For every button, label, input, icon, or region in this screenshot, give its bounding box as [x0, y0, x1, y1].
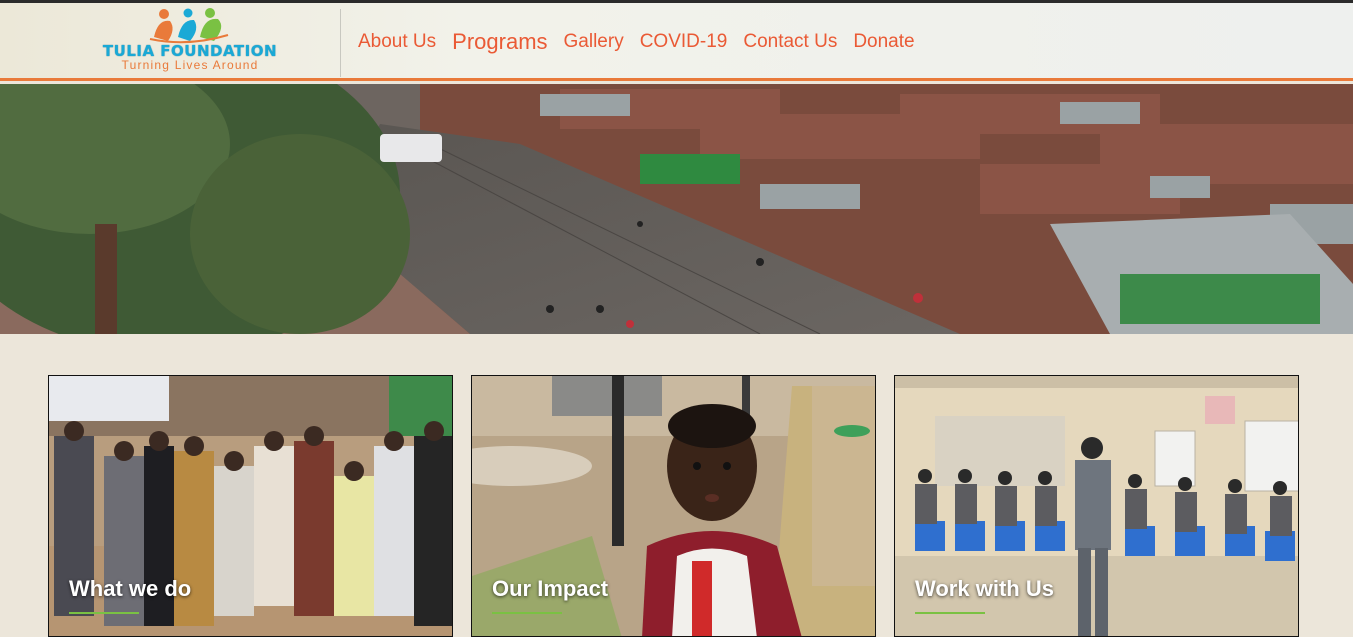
card-title: Work with Us — [915, 576, 1054, 601]
nav-contact-us[interactable]: Contact Us — [743, 31, 837, 53]
logo-figures-icon — [149, 8, 229, 44]
card-title: Our Impact — [492, 576, 609, 601]
card-work-with-us[interactable]: Work with Us — [894, 375, 1299, 637]
card-underline — [69, 612, 139, 614]
site-logo[interactable]: TULIA FOUNDATION Turning Lives Around — [70, 7, 310, 73]
card-title: What we do — [69, 576, 192, 601]
nav-covid-19[interactable]: COVID-19 — [640, 31, 728, 53]
card-our-impact[interactable]: Our Impact — [471, 375, 876, 637]
nav-gallery[interactable]: Gallery — [564, 31, 624, 53]
program-cards: What we do Our Impact Work with Us — [48, 375, 1302, 637]
hero-banner-image — [0, 84, 1353, 334]
card-what-we-do[interactable]: What we do — [48, 375, 453, 637]
nav-programs[interactable]: Programs — [452, 29, 547, 55]
nav-about-us[interactable]: About Us — [358, 31, 436, 53]
header-divider — [340, 9, 341, 77]
card-underline — [492, 612, 562, 614]
main-nav: About Us Programs Gallery COVID-19 Conta… — [358, 3, 931, 81]
logo-tagline: Turning Lives Around — [121, 58, 259, 72]
logo-brand-text: TULIA FOUNDATION — [102, 42, 278, 60]
card-underline — [915, 612, 985, 614]
site-header: TULIA FOUNDATION Turning Lives Around Ab… — [0, 3, 1353, 81]
nav-donate[interactable]: Donate — [853, 31, 914, 53]
